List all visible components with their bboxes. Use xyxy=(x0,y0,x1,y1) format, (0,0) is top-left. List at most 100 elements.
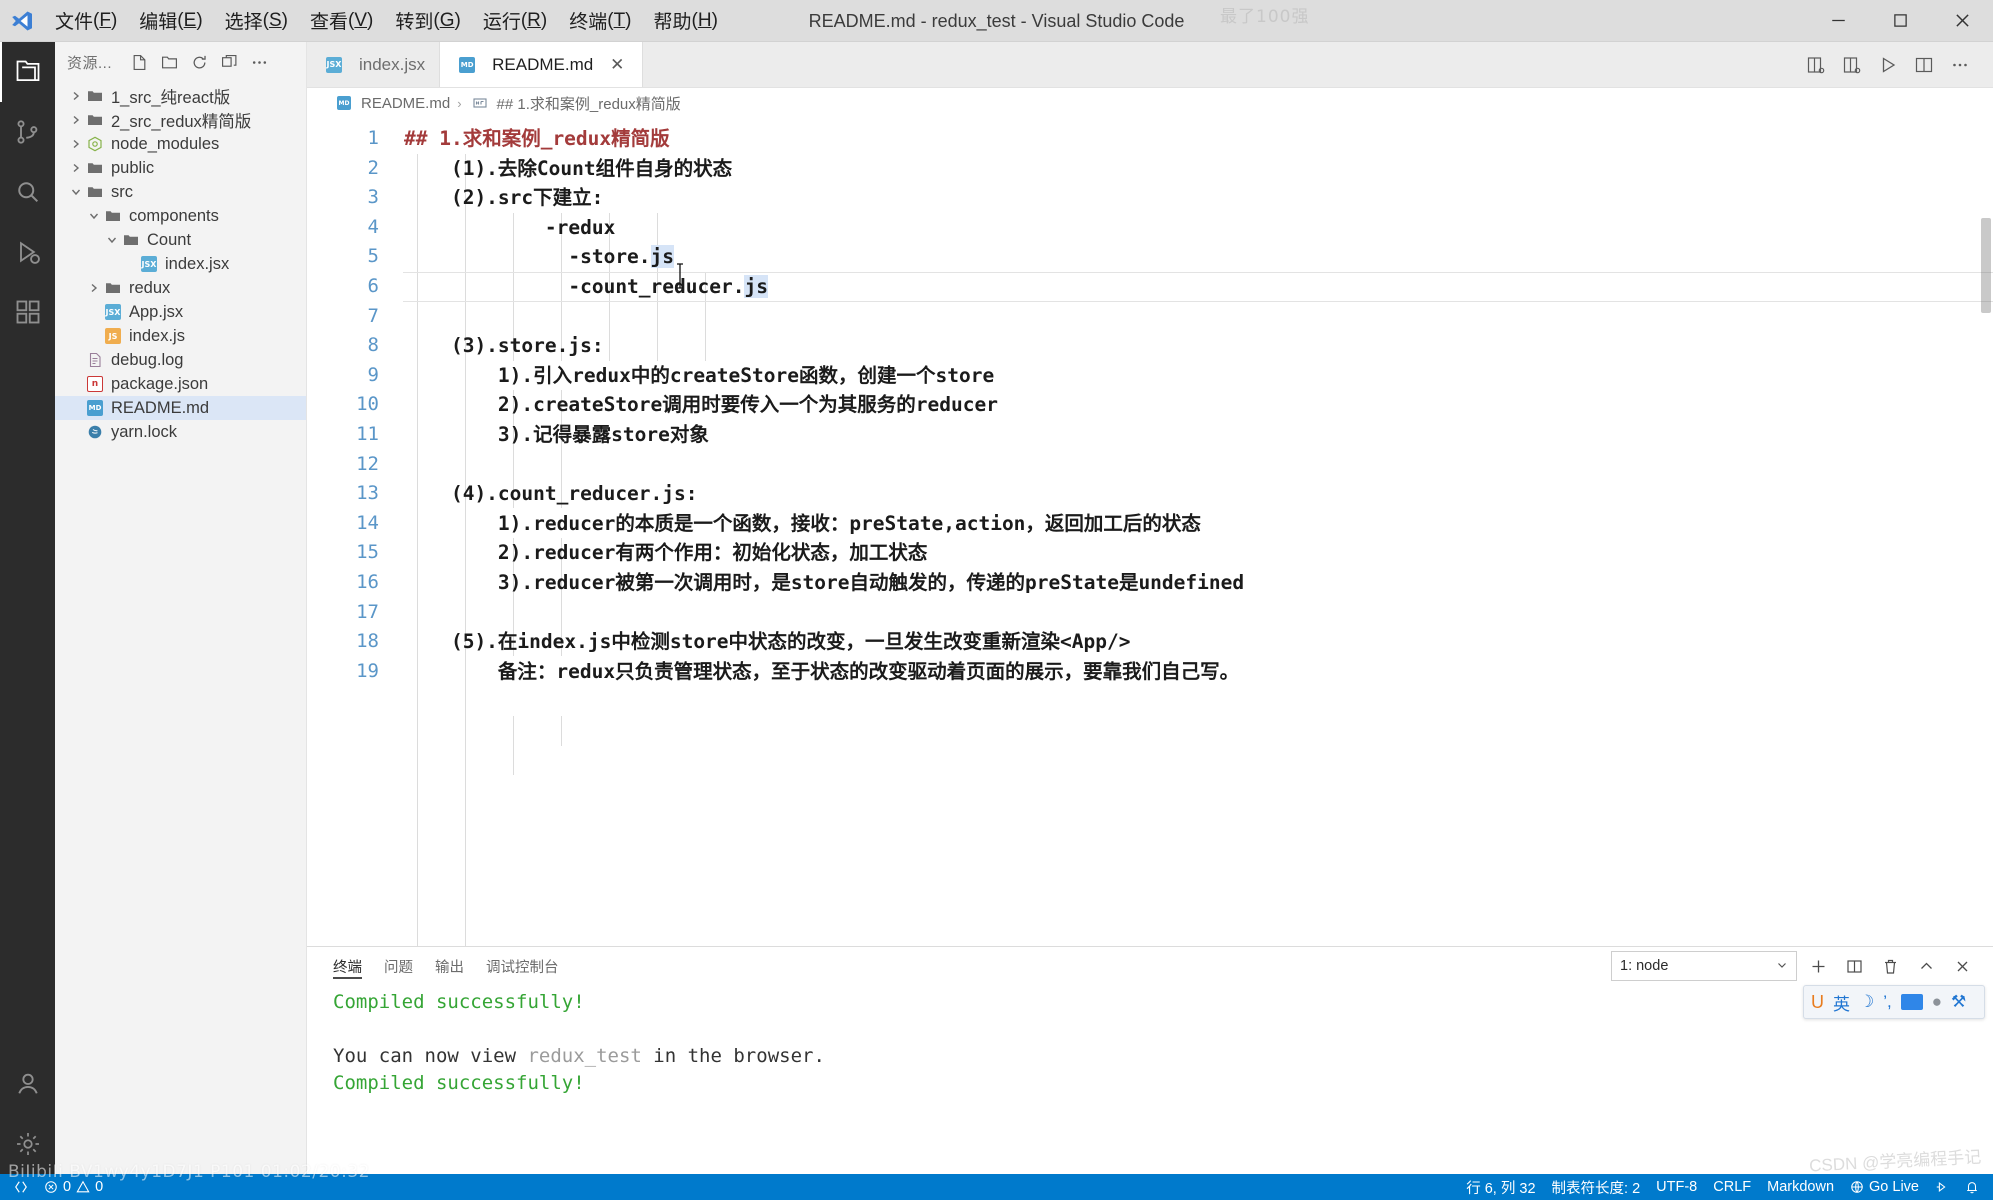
tree-row-index-js[interactable]: JS index.js xyxy=(55,324,306,348)
tree-row-src[interactable]: src xyxy=(55,180,306,204)
chevron-right-icon[interactable] xyxy=(85,282,102,294)
open-changes-icon[interactable] xyxy=(1835,48,1869,82)
new-folder-icon[interactable] xyxy=(154,47,184,77)
menu-run[interactable]: 运行(R) xyxy=(472,0,558,42)
ime-moon-icon[interactable]: ☽ xyxy=(1859,992,1874,1012)
panel-tab-terminal[interactable]: 终端 xyxy=(333,947,362,985)
more-actions-icon[interactable] xyxy=(1943,48,1977,82)
chevron-down-icon[interactable] xyxy=(67,186,84,198)
status-problems[interactable]: 0 0 xyxy=(36,1174,111,1200)
close-button[interactable] xyxy=(1931,0,1993,42)
ime-mode-label[interactable]: 英 xyxy=(1833,990,1850,1015)
maximize-button[interactable] xyxy=(1869,0,1931,42)
status-go-live[interactable]: Go Live xyxy=(1842,1174,1927,1200)
tree-row-public[interactable]: public xyxy=(55,156,306,180)
ime-floating-bar[interactable]: U 英 ☽ ’, ● ⚒ xyxy=(1803,985,1985,1019)
close-panel-icon[interactable] xyxy=(1947,951,1977,981)
tree-label: components xyxy=(129,206,219,225)
sidebar-item-source-control[interactable] xyxy=(0,102,55,162)
tab-close-icon[interactable]: ✕ xyxy=(606,54,628,76)
sogou-logo-icon[interactable]: U xyxy=(1811,992,1824,1013)
code-line: 7 xyxy=(307,302,1993,332)
markdown-file-icon: MD xyxy=(84,400,106,416)
chevron-down-icon[interactable] xyxy=(103,234,120,246)
tree-label: yarn.lock xyxy=(111,422,178,441)
line-number: 2 xyxy=(367,156,379,179)
tab-index-jsx[interactable]: JSX index.jsx xyxy=(307,42,441,87)
status-language-mode[interactable]: Markdown xyxy=(1759,1174,1842,1200)
tree-row-node-modules[interactable]: node_modules xyxy=(55,132,306,156)
watermark-top: 最了100强 xyxy=(1220,7,1310,27)
breadcrumb-symbol[interactable]: ## 1.求和案例_redux精简版 xyxy=(469,93,681,114)
new-file-icon[interactable] xyxy=(124,47,154,77)
chevron-right-icon[interactable] xyxy=(67,90,84,102)
menu-edit[interactable]: 编辑(E) xyxy=(128,0,213,42)
status-encoding[interactable]: UTF-8 xyxy=(1648,1174,1705,1200)
tree-row-redux[interactable]: redux xyxy=(55,276,306,300)
more-actions-icon[interactable] xyxy=(244,47,274,77)
chevron-down-icon xyxy=(1776,959,1788,974)
terminal-selector[interactable]: 1: node xyxy=(1611,951,1797,981)
status-feedback-icon[interactable] xyxy=(1927,1174,1957,1200)
sidebar-item-explorer[interactable] xyxy=(0,42,55,102)
tab-readme-md[interactable]: MD README.md ✕ xyxy=(440,42,644,87)
add-terminal-icon[interactable] xyxy=(1803,951,1833,981)
refresh-icon[interactable] xyxy=(184,47,214,77)
activity-bar xyxy=(0,42,55,1174)
status-notifications-icon[interactable] xyxy=(1957,1174,1987,1200)
chevron-right-icon[interactable] xyxy=(67,162,84,174)
sidebar-item-run-debug[interactable] xyxy=(0,222,55,282)
menu-help[interactable]: 帮助(H) xyxy=(643,0,729,42)
status-eol[interactable]: CRLF xyxy=(1705,1174,1759,1200)
collapse-panel-icon[interactable] xyxy=(1911,951,1941,981)
split-terminal-icon[interactable] xyxy=(1839,951,1869,981)
ime-tools-icon[interactable]: ⚒ xyxy=(1951,992,1966,1012)
kill-terminal-icon[interactable] xyxy=(1875,951,1905,981)
tree-row-debug-log[interactable]: debug.log xyxy=(55,348,306,372)
ime-punctuation-icon[interactable]: ’, xyxy=(1883,992,1892,1012)
sidebar-item-accounts[interactable] xyxy=(0,1054,55,1114)
tree-row-readme-md[interactable]: MD README.md xyxy=(55,396,306,420)
tab-label: index.jsx xyxy=(359,54,426,74)
panel-tab-bar: 终端 问题 输出 调试控制台 1: node xyxy=(307,947,1993,985)
editor-vertical-scrollbar[interactable] xyxy=(1979,118,1993,946)
terminal-output[interactable]: Compiled successfully! You can now view … xyxy=(307,985,1993,1174)
status-cursor-position[interactable]: 行 6, 列 32 xyxy=(1458,1174,1543,1200)
menu-view[interactable]: 查看(V) xyxy=(299,0,384,42)
run-markdown-preview-icon[interactable] xyxy=(1871,48,1905,82)
split-editor-icon[interactable] xyxy=(1907,48,1941,82)
tree-row-app-jsx[interactable]: JSX App.jsx xyxy=(55,300,306,324)
menu-go[interactable]: 转到(G) xyxy=(384,0,471,42)
breadcrumb-file[interactable]: MD README.md xyxy=(333,95,450,112)
status-remote-indicator[interactable] xyxy=(6,1174,36,1200)
code-editor[interactable]: 1 ## 1.求和案例_redux精简版 2 (1).去除Count组件自身的状… xyxy=(307,118,1993,946)
sidebar-item-search[interactable] xyxy=(0,162,55,222)
tree-row-count[interactable]: Count xyxy=(55,228,306,252)
minimize-button[interactable] xyxy=(1807,0,1869,42)
tree-row-components[interactable]: components xyxy=(55,204,306,228)
tree-row-count-index-jsx[interactable]: JSX index.jsx xyxy=(55,252,306,276)
terminal-line: Compiled successfully! xyxy=(333,1072,585,1094)
panel-tab-debug-console[interactable]: 调试控制台 xyxy=(486,947,559,985)
tree-row-1-src-react[interactable]: 1_src_纯react版 xyxy=(55,84,306,108)
menu-terminal[interactable]: 终端(T) xyxy=(558,0,642,42)
status-indentation[interactable]: 制表符长度: 2 xyxy=(1544,1174,1649,1200)
panel-tab-problems[interactable]: 问题 xyxy=(384,947,413,985)
menu-file[interactable]: 文件(F) xyxy=(44,0,128,42)
tree-row-package-json[interactable]: n package.json xyxy=(55,372,306,396)
tree-row-yarn-lock[interactable]: yarn.lock xyxy=(55,420,306,444)
editor-scrollbar-thumb[interactable] xyxy=(1981,218,1991,313)
panel-tab-output[interactable]: 输出 xyxy=(435,947,464,985)
chevron-right-icon[interactable] xyxy=(67,138,84,150)
menu-selection[interactable]: 选择(S) xyxy=(214,0,299,42)
chevron-right-icon[interactable] xyxy=(67,114,84,126)
chevron-down-icon[interactable] xyxy=(85,210,102,222)
sidebar-item-settings[interactable] xyxy=(0,1114,55,1174)
keyboard-icon[interactable] xyxy=(1900,994,1923,1010)
collapse-all-icon[interactable] xyxy=(214,47,244,77)
ime-user-icon[interactable]: ● xyxy=(1932,992,1942,1012)
sidebar-item-extensions[interactable] xyxy=(0,282,55,342)
split-editor-right-icon[interactable] xyxy=(1799,48,1833,82)
line-number: 18 xyxy=(356,630,379,653)
tree-row-2-src-redux[interactable]: 2_src_redux精简版 xyxy=(55,108,306,132)
